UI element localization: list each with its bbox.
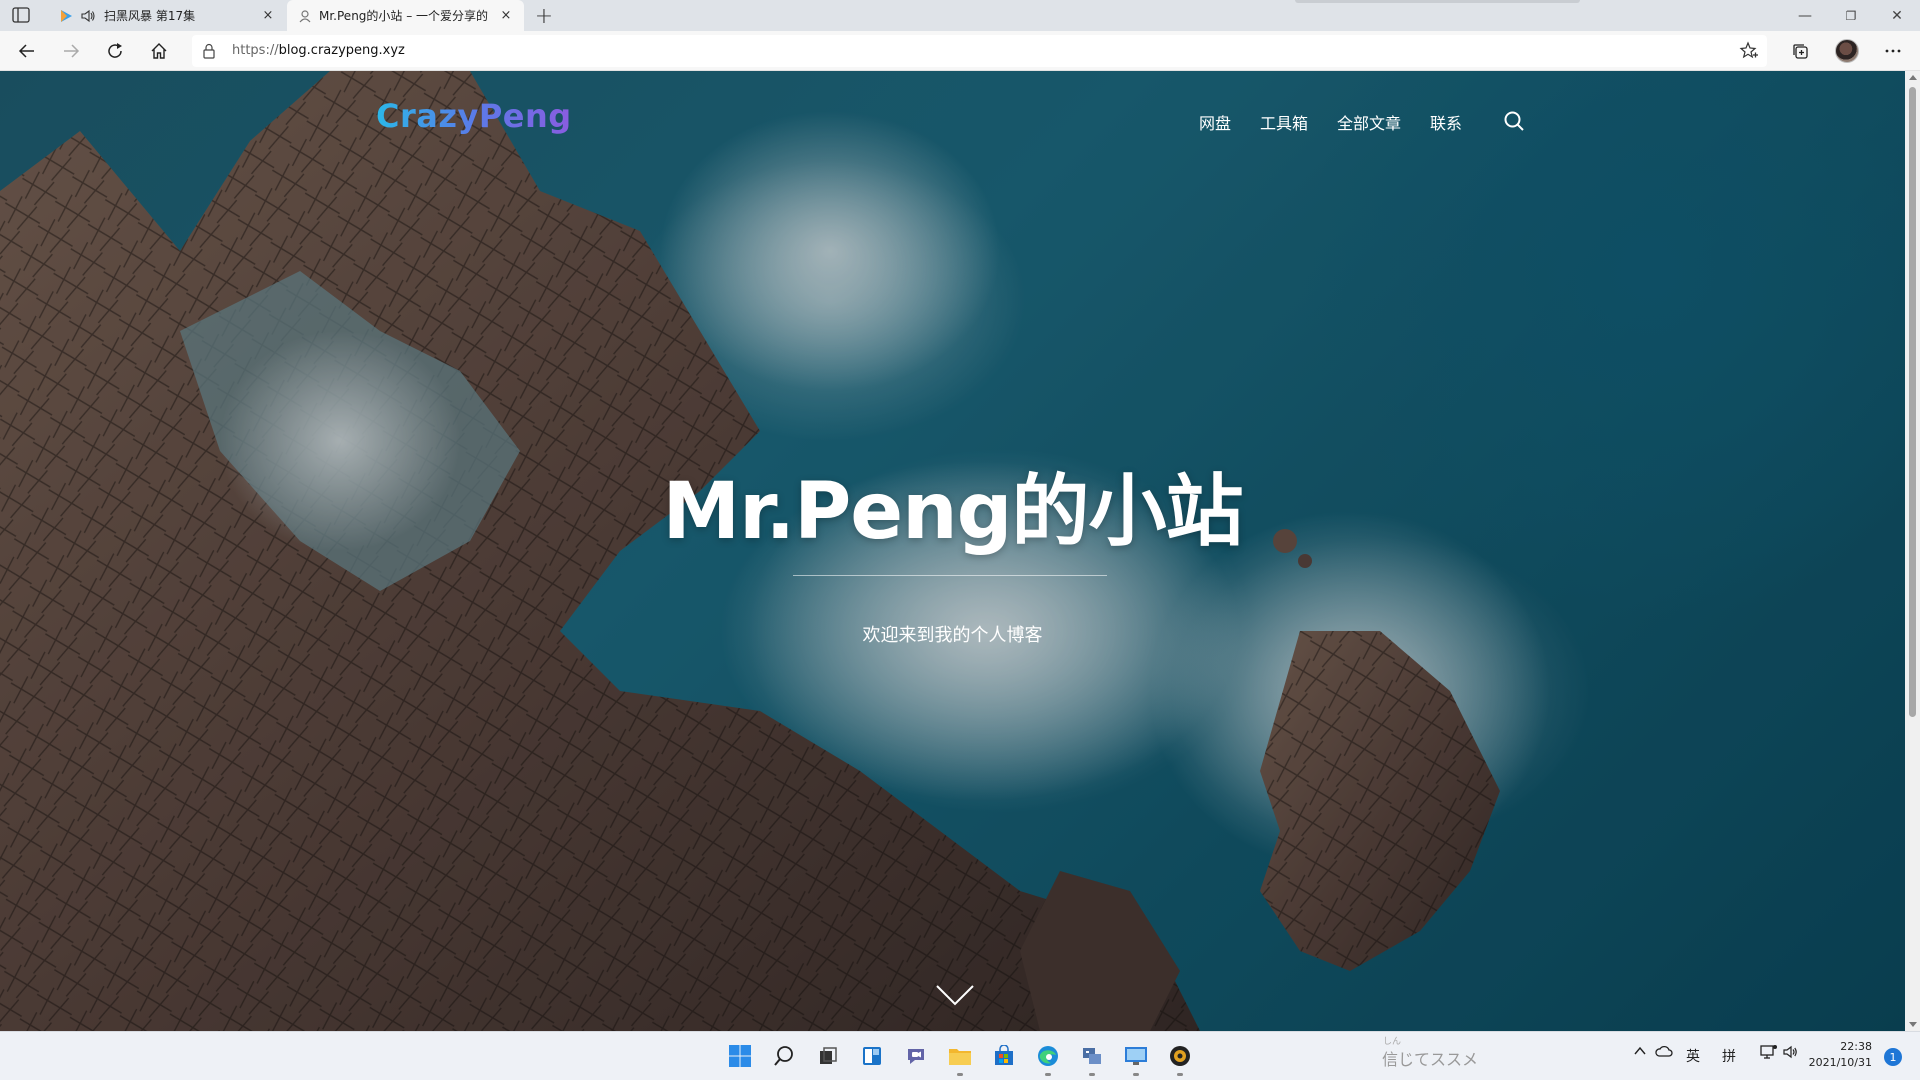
site-nav: 网盘 工具箱 全部文章 联系 [1199, 110, 1491, 134]
network-icon[interactable] [1760, 1044, 1778, 1064]
refresh-icon [108, 43, 122, 58]
close-tab-icon[interactable]: × [496, 6, 516, 26]
ime-composition-text: 信じてススメ [1382, 1050, 1479, 1069]
scroll-down-arrow-icon[interactable] [1909, 1022, 1917, 1027]
speaker-icon[interactable] [80, 8, 96, 24]
minimize-button[interactable]: — [1782, 0, 1828, 31]
collections-icon [1793, 44, 1808, 59]
input-language-indicator[interactable]: 英 [1686, 1046, 1700, 1066]
forward-arrow-icon [64, 44, 80, 58]
restore-button[interactable]: ❐ [1828, 0, 1874, 31]
tab-title: Mr.Peng的小站 – 一个爱分享的 [319, 9, 489, 23]
tab-video[interactable]: 扫黑风暴 第17集 × [48, 0, 286, 31]
forward-button[interactable] [56, 37, 86, 65]
tab-strip: 扫黑风暴 第17集 × Mr.Peng的小站 – 一个爱分享的 × + — ❐ … [0, 0, 1920, 31]
tab-title: 扫黑风暴 第17集 [104, 9, 196, 23]
avatar [1835, 39, 1859, 63]
running-indicator [1089, 1073, 1095, 1076]
search-icon[interactable] [770, 1042, 798, 1070]
scroll-up-arrow-icon[interactable] [1909, 75, 1917, 80]
hero-divider [793, 575, 1107, 576]
home-button[interactable] [144, 37, 174, 65]
site-favicon-icon [297, 8, 313, 24]
remote-desktop-icon[interactable] [1122, 1042, 1150, 1070]
hero-subtitle: 欢迎来到我的个人博客 [862, 625, 1043, 646]
clock-date: 2021/10/31 [1808, 1056, 1872, 1069]
settings-menu-button[interactable] [1878, 37, 1908, 65]
onedrive-icon[interactable] [1655, 1044, 1673, 1062]
collections-button[interactable] [1785, 37, 1815, 65]
nav-item-netdisk[interactable]: 网盘 [1199, 110, 1231, 134]
chat-icon[interactable] [902, 1042, 930, 1070]
nav-item-contact[interactable]: 联系 [1430, 110, 1462, 134]
search-icon[interactable] [1503, 110, 1525, 132]
profile-button[interactable] [1832, 37, 1862, 65]
address-bar[interactable]: https://blog.crazypeng.xyz [192, 35, 1767, 67]
toolbar: https://blog.crazypeng.xyz [0, 31, 1920, 71]
scrollbar-thumb[interactable] [1909, 87, 1916, 717]
close-window-button[interactable]: ✕ [1874, 0, 1920, 31]
page-viewport: CrazyPeng 网盘 工具箱 全部文章 联系 Mr.Peng的小站 欢迎来到… [0, 71, 1905, 1031]
task-view-icon[interactable] [814, 1042, 842, 1070]
notification-badge[interactable]: 1 [1884, 1048, 1902, 1066]
lock-icon[interactable] [202, 43, 216, 59]
url-text: https://blog.crazypeng.xyz [232, 43, 405, 58]
nav-item-all-articles[interactable]: 全部文章 [1337, 110, 1401, 134]
chevron-up-icon[interactable] [1633, 1044, 1647, 1062]
tab-actions-icon[interactable] [12, 7, 30, 23]
nav-item-toolbox[interactable]: 工具箱 [1260, 110, 1308, 134]
add-favorite-icon[interactable] [1739, 41, 1759, 61]
new-tab-button[interactable]: + [532, 4, 556, 29]
running-indicator [1133, 1073, 1139, 1076]
tab-blog[interactable]: Mr.Peng的小站 – 一个爱分享的 × [287, 0, 524, 31]
start-windows-icon[interactable] [726, 1042, 754, 1070]
app-window-icon[interactable] [1078, 1042, 1106, 1070]
home-icon [151, 43, 167, 59]
store-icon[interactable] [990, 1042, 1018, 1070]
taskbar: しん 信じてススメ 英 拼 22:38 2021/10/31 1 [0, 1031, 1920, 1080]
file-explorer-icon[interactable] [946, 1042, 974, 1070]
running-indicator [1177, 1073, 1183, 1076]
edge-browser-icon[interactable] [1034, 1042, 1062, 1070]
video-play-icon [58, 8, 74, 24]
hero-title: Mr.Peng的小站 [662, 467, 1243, 557]
drag-indicator [1295, 0, 1580, 3]
page-scrollbar[interactable] [1905, 71, 1920, 1031]
close-tab-icon[interactable]: × [258, 6, 278, 26]
ime-mode-indicator[interactable]: 拼 [1722, 1046, 1736, 1066]
scroll-down-chevron-icon[interactable] [935, 983, 975, 1007]
refresh-button[interactable] [100, 37, 130, 65]
more-icon [1885, 49, 1901, 53]
volume-icon[interactable] [1782, 1044, 1800, 1064]
back-arrow-icon [18, 44, 34, 58]
clock-time: 22:38 [1840, 1040, 1872, 1053]
widgets-icon[interactable] [858, 1042, 886, 1070]
running-indicator [1045, 1073, 1051, 1076]
media-player-icon[interactable] [1166, 1042, 1194, 1070]
site-logo[interactable]: CrazyPeng [376, 97, 572, 135]
running-indicator [957, 1073, 963, 1076]
system-clock[interactable]: 22:38 2021/10/31 [1808, 1039, 1872, 1071]
back-button[interactable] [12, 37, 42, 65]
